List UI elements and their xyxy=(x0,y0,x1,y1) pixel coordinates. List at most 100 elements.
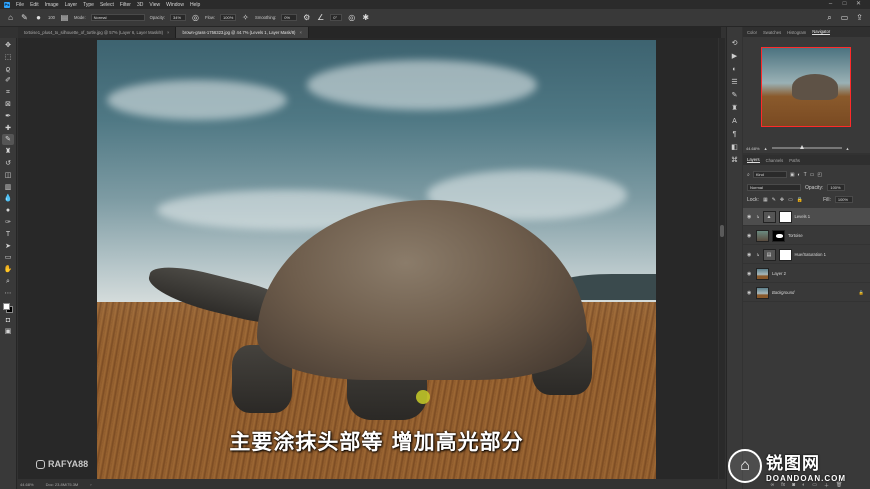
menu-image[interactable]: Image xyxy=(45,2,59,8)
brush-tool-icon[interactable]: ✎ xyxy=(20,13,29,22)
layer-row-background[interactable]: ◉ Background 🔒 xyxy=(743,284,870,302)
lock-artboard-icon[interactable]: ▭ xyxy=(788,197,793,203)
blur-tool-icon[interactable]: 💧 xyxy=(2,193,14,204)
filter-pixel-icon[interactable]: ▣ xyxy=(790,172,795,178)
search-icon[interactable]: ⌕ xyxy=(825,13,834,22)
move-tool-icon[interactable]: ✥ xyxy=(2,40,14,51)
quick-mask-icon[interactable]: ◘ xyxy=(2,315,14,326)
vertical-scrollbar[interactable] xyxy=(719,38,725,479)
airbrush-icon[interactable]: ✧ xyxy=(241,13,250,22)
layer-row-levels[interactable]: ◉ ↳ ▲ Levels 1 xyxy=(743,208,870,226)
document-canvas[interactable] xyxy=(97,40,656,481)
layer-mask-thumbnail[interactable] xyxy=(772,229,785,242)
history-brush-tool-icon[interactable]: ↺ xyxy=(2,158,14,169)
frame-tool-icon[interactable]: ⊠ xyxy=(2,99,14,110)
eye-icon[interactable]: ◉ xyxy=(747,233,753,239)
stamp-tool-icon[interactable]: ♜ xyxy=(2,146,14,157)
layer-row-tortoise[interactable]: ◉ Tortoise xyxy=(743,227,870,245)
menu-3d[interactable]: 3D xyxy=(137,2,143,8)
menu-type[interactable]: Type xyxy=(83,2,94,8)
share-icon[interactable]: ⇪ xyxy=(855,13,864,22)
angle-icon[interactable]: ∠ xyxy=(316,13,325,22)
zoom-out-icon[interactable]: ▲ xyxy=(764,146,768,151)
crop-tool-icon[interactable]: ⌗ xyxy=(2,87,14,98)
lock-move-icon[interactable]: ✥ xyxy=(780,197,784,203)
history-icon[interactable]: ⟲ xyxy=(730,39,740,49)
paragraph-icon[interactable]: ¶ xyxy=(730,130,740,140)
tab-channels[interactable]: Channels xyxy=(766,158,784,163)
eye-icon[interactable]: ◉ xyxy=(747,214,753,220)
eyedropper-tool-icon[interactable]: ✒ xyxy=(2,111,14,122)
actions-icon[interactable]: ▶ xyxy=(730,52,740,62)
layer-mask-thumbnail[interactable] xyxy=(778,248,792,261)
menu-file[interactable]: File xyxy=(16,2,24,8)
maximize-icon[interactable]: □ xyxy=(841,1,848,8)
navigator-thumbnail[interactable] xyxy=(761,47,851,127)
adjustments-icon[interactable]: ◐ xyxy=(730,65,740,75)
brush-preset-icon[interactable]: ● xyxy=(34,13,43,22)
slider-knob[interactable] xyxy=(799,145,804,150)
hand-tool-icon[interactable]: ✋ xyxy=(2,264,14,275)
layer-fill-field[interactable]: 100% xyxy=(834,196,853,203)
character-icon[interactable]: A xyxy=(730,117,740,127)
home-icon[interactable]: ⌂ xyxy=(6,13,15,22)
lock-all-icon[interactable]: 🔒 xyxy=(797,197,803,203)
eye-icon[interactable]: ◉ xyxy=(747,271,753,277)
screen-mode-icon[interactable]: ▣ xyxy=(2,326,14,337)
navigator-zoom-slider[interactable] xyxy=(771,145,842,150)
tab-paths[interactable]: Paths xyxy=(789,158,800,163)
menu-select[interactable]: Select xyxy=(100,2,114,8)
glyphs-icon[interactable]: ⌘ xyxy=(730,156,740,166)
pressure-opacity-icon[interactable]: ◎ xyxy=(191,13,200,22)
foreground-color-swatch[interactable] xyxy=(3,302,10,310)
shape-tool-icon[interactable]: ▭ xyxy=(2,252,14,263)
blend-mode-select[interactable]: Normal xyxy=(747,184,801,191)
mode-select[interactable]: Normal xyxy=(90,14,145,21)
healing-tool-icon[interactable]: ✚ xyxy=(2,123,14,134)
clone-source-icon[interactable]: ♜ xyxy=(730,104,740,114)
layer-filter-select[interactable]: Kind xyxy=(752,171,787,178)
properties-icon[interactable]: ☰ xyxy=(730,78,740,88)
layer-row-layer2[interactable]: ◉ Layer 2 xyxy=(743,265,870,283)
filter-smart-icon[interactable]: ◰ xyxy=(817,172,822,178)
menu-help[interactable]: Help xyxy=(190,2,200,8)
tab-grass-doc[interactable]: brown-grass-1756323.jpg @ 44.7% (Levels … xyxy=(176,27,309,38)
workspace-icon[interactable]: ▭ xyxy=(840,13,849,22)
menu-filter[interactable]: Filter xyxy=(120,2,131,8)
minimize-icon[interactable]: – xyxy=(827,1,834,8)
flow-field[interactable]: 100% xyxy=(220,14,237,21)
menu-window[interactable]: Window xyxy=(166,2,184,8)
layer-row-hue-saturation[interactable]: ◉ ↳ ▤ Hue/Saturation 1 xyxy=(743,246,870,264)
close-icon[interactable]: × xyxy=(299,27,301,38)
eraser-tool-icon[interactable]: ◫ xyxy=(2,170,14,181)
path-select-tool-icon[interactable]: ➤ xyxy=(2,241,14,252)
opacity-field[interactable]: 34% xyxy=(170,14,187,21)
lock-transparent-icon[interactable]: ▦ xyxy=(763,197,768,203)
gear-icon[interactable]: ⚙ xyxy=(302,13,311,22)
tab-swatches[interactable]: Swatches xyxy=(763,30,781,35)
navigator-zoom-value[interactable]: 44.68% xyxy=(746,146,760,151)
tab-navigator[interactable]: Navigator xyxy=(812,29,831,35)
close-icon[interactable]: ✕ xyxy=(855,1,862,8)
tab-color[interactable]: Color xyxy=(747,30,757,35)
gradient-tool-icon[interactable]: ▥ xyxy=(2,182,14,193)
menu-edit[interactable]: Edit xyxy=(30,2,39,8)
tab-histogram[interactable]: Histogram xyxy=(787,30,806,35)
menu-view[interactable]: View xyxy=(149,2,160,8)
quick-select-tool-icon[interactable]: ✐ xyxy=(2,75,14,86)
eye-icon[interactable]: ◉ xyxy=(747,252,753,258)
layer-mask-thumbnail[interactable] xyxy=(778,210,792,223)
tab-layers[interactable]: Layers xyxy=(747,157,760,163)
smoothing-field[interactable]: 0% xyxy=(281,14,298,21)
more-tools-icon[interactable]: ⋯ xyxy=(2,288,14,299)
close-icon[interactable]: × xyxy=(167,27,169,38)
pen-tool-icon[interactable]: ✑ xyxy=(2,217,14,228)
status-arrow-icon[interactable]: › xyxy=(90,482,91,487)
color-swatches[interactable] xyxy=(2,302,14,314)
lock-paint-icon[interactable]: ✎ xyxy=(772,197,776,203)
filter-type-icon[interactable]: T xyxy=(804,172,807,178)
zoom-tool-icon[interactable]: ⌕ xyxy=(2,276,14,287)
scrollbar-thumb[interactable] xyxy=(720,225,724,237)
layer-opacity-field[interactable]: 100% xyxy=(827,184,846,191)
zoom-in-icon[interactable]: ▲ xyxy=(846,146,850,151)
